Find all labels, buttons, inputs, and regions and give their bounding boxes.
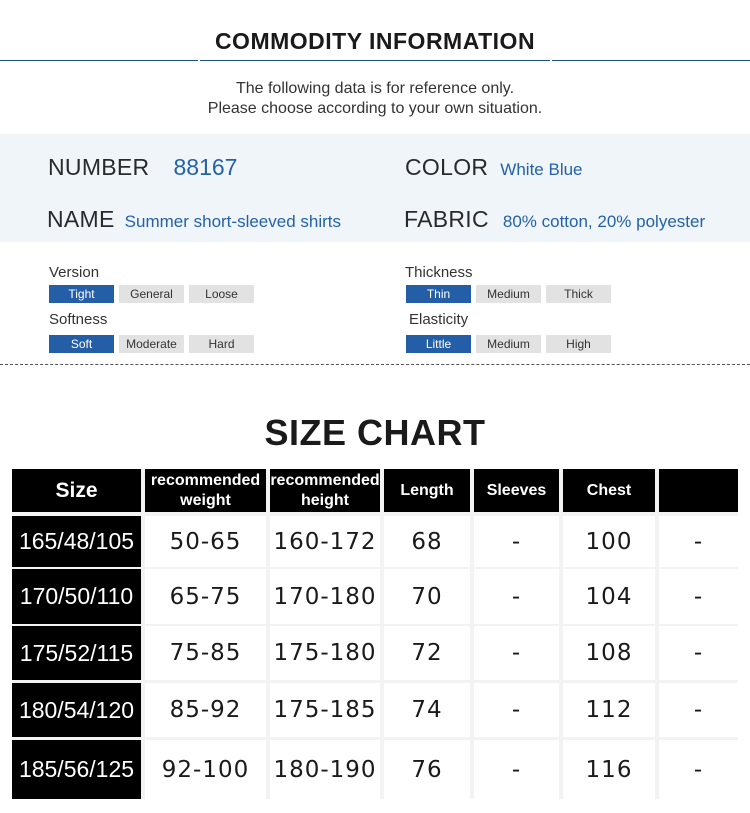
thickness-option-medium: Medium [476, 285, 541, 303]
header-size: Size [12, 469, 141, 512]
softness-label: Softness [49, 311, 108, 328]
section-divider [0, 364, 750, 365]
row-3-extra: - [659, 626, 738, 680]
row-3-recommended-weight: 75-85 [145, 626, 266, 680]
softness-options: Soft Moderate Hard [49, 335, 254, 353]
size-chart-title: SIZE CHART [264, 412, 486, 453]
version-option-general: General [119, 285, 184, 303]
row-3-recommended-height: 175-180 [270, 626, 380, 680]
row-1-length: 68 [384, 516, 470, 567]
row-4-extra: - [659, 683, 738, 737]
elasticity-label: Elasticity [409, 311, 469, 328]
number-label: NUMBER [48, 154, 150, 180]
reference-note: The following data is for reference only… [235, 80, 515, 97]
row-1-sleeves: - [474, 516, 559, 567]
header-extra [659, 469, 738, 512]
row-2-length: 70 [384, 569, 470, 624]
fabric-value: 80% cotton, 20% polyester [502, 212, 706, 231]
name-field: NAME Summer short-sleeved shirts [47, 206, 341, 233]
row-2-extra: - [659, 569, 738, 624]
elasticity-option-little: Little [406, 335, 471, 353]
row-4-recommended-height: 175-185 [270, 683, 380, 737]
elasticity-option-high: High [546, 335, 611, 353]
row-4-chest: 112 [563, 683, 655, 737]
fabric-field: FABRIC 80% cotton, 20% polyester [404, 206, 705, 233]
commodity-information-title: COMMODITY INFORMATION [214, 28, 536, 54]
header-underline [200, 60, 550, 61]
version-option-tight: Tight [49, 285, 114, 303]
header-recommended-weight: recommended weight [145, 469, 266, 512]
row-3-chest: 108 [563, 626, 655, 680]
elasticity-options: Little Medium High [406, 335, 611, 353]
header-chest: Chest [563, 469, 655, 512]
row-2-size: 170/50/110 [12, 569, 141, 624]
row-2-chest: 104 [563, 569, 655, 624]
header-length: Length [384, 469, 470, 512]
row-5-recommended-height: 180-190 [270, 740, 380, 799]
version-options: Tight General Loose [49, 285, 254, 303]
row-1-size: 165/48/105 [12, 516, 141, 567]
row-5-extra: - [659, 740, 738, 799]
thickness-label: Thickness [405, 264, 473, 281]
row-5-chest: 116 [563, 740, 655, 799]
row-4-recommended-weight: 85-92 [145, 683, 266, 737]
row-5-length: 76 [384, 740, 470, 799]
choose-note: Please choose according to your own situ… [207, 100, 543, 117]
softness-option-hard: Hard [189, 335, 254, 353]
color-label: COLOR [405, 154, 489, 180]
row-1-recommended-height: 160-172 [270, 516, 380, 567]
fabric-label: FABRIC [404, 206, 489, 232]
thickness-options: Thin Medium Thick [406, 285, 611, 303]
row-1-extra: - [659, 516, 738, 567]
row-2-recommended-height: 170-180 [270, 569, 380, 624]
row-5-sleeves: - [474, 740, 559, 799]
row-5-recommended-weight: 92-100 [145, 740, 266, 799]
thickness-option-thin: Thin [406, 285, 471, 303]
version-option-loose: Loose [189, 285, 254, 303]
name-value: Summer short-sleeved shirts [124, 212, 341, 231]
row-4-sleeves: - [474, 683, 559, 737]
row-3-sleeves: - [474, 626, 559, 680]
header-sleeves: Sleeves [474, 469, 559, 512]
row-4-size: 180/54/120 [12, 683, 141, 737]
row-2-sleeves: - [474, 569, 559, 624]
row-5-size: 185/56/125 [12, 740, 141, 799]
elasticity-option-medium: Medium [476, 335, 541, 353]
row-3-length: 72 [384, 626, 470, 680]
header-recommended-height: recommended height [270, 469, 380, 512]
softness-option-soft: Soft [49, 335, 114, 353]
number-value: 88167 [173, 154, 238, 180]
row-2-recommended-weight: 65-75 [145, 569, 266, 624]
header-rule-right [552, 60, 750, 61]
color-field: COLOR White Blue [405, 154, 583, 181]
row-3-size: 175/52/115 [12, 626, 141, 680]
row-1-recommended-weight: 50-65 [145, 516, 266, 567]
version-label: Version [49, 264, 100, 281]
row-1-chest: 100 [563, 516, 655, 567]
name-label: NAME [47, 206, 115, 232]
header-rule-left [0, 60, 198, 61]
row-4-length: 74 [384, 683, 470, 737]
size-chart-table: Size recommended weight recommended height… [12, 469, 738, 799]
softness-option-moderate: Moderate [119, 335, 184, 353]
number-field: NUMBER 88167 [48, 154, 237, 181]
color-value: White Blue [500, 160, 583, 179]
thickness-option-thick: Thick [546, 285, 611, 303]
